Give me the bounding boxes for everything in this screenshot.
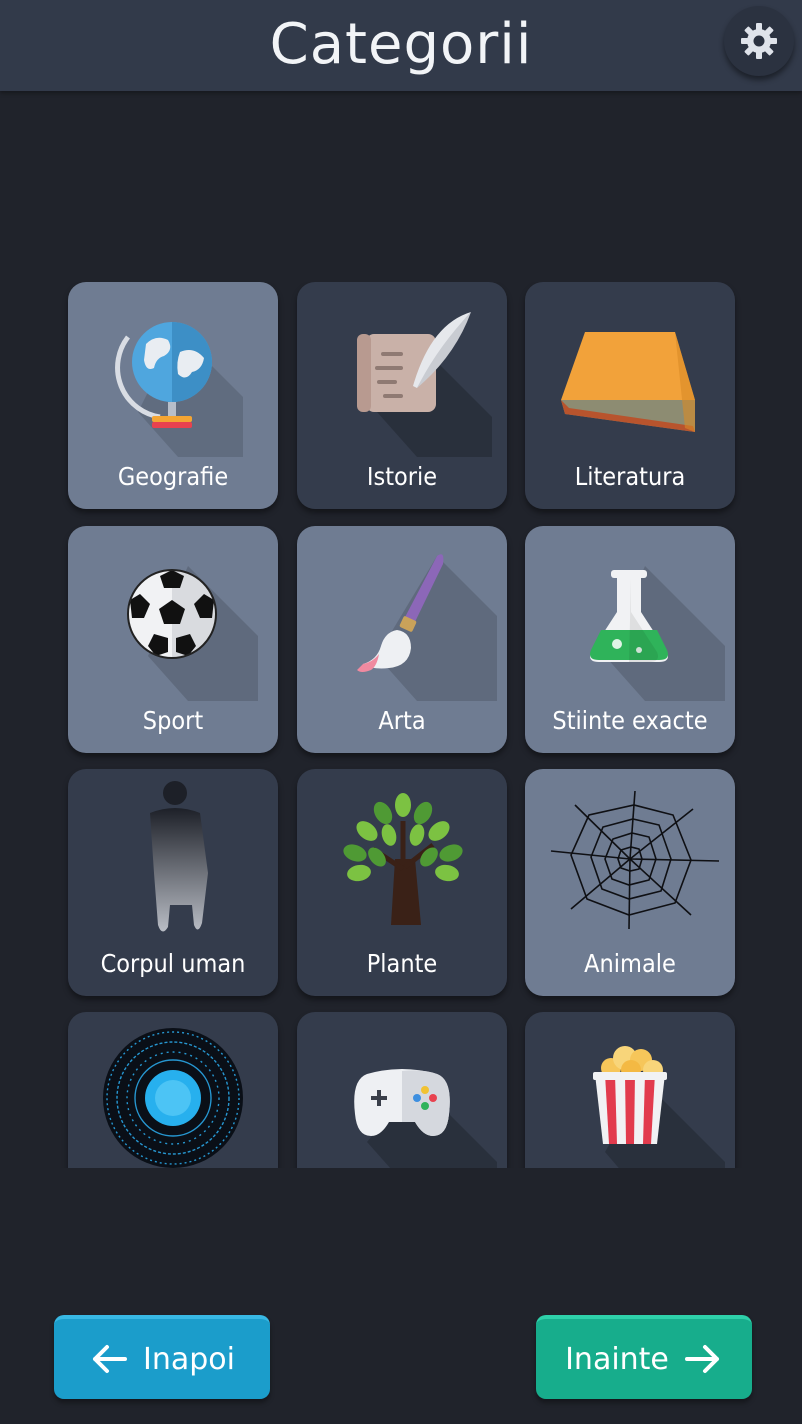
flask-icon <box>590 566 725 701</box>
spider-web-icon <box>550 790 720 930</box>
category-label: Sport <box>142 706 204 735</box>
top-bar: Categorii <box>0 0 802 91</box>
cosmic-eye-icon <box>103 1028 243 1168</box>
next-button-label: Inainte <box>565 1341 669 1377</box>
category-label: Arta <box>378 706 426 735</box>
human-silhouette-icon <box>150 781 208 932</box>
back-button[interactable]: Inapoi <box>54 1315 270 1399</box>
category-label: Istorie <box>366 462 438 491</box>
tree-icon <box>343 793 463 925</box>
globe-icon <box>115 322 243 457</box>
category-label: Geografie <box>117 462 229 491</box>
category-label: Animale <box>584 949 676 978</box>
category-label: Stiinte exacte <box>552 706 708 735</box>
soccer-ball-icon <box>127 566 258 701</box>
category-tile-sport[interactable]: Sport <box>68 526 278 753</box>
next-button[interactable]: Inainte <box>536 1315 752 1399</box>
category-tile-partial[interactable] <box>68 1012 278 1168</box>
category-tile-partial[interactable] <box>525 1012 735 1168</box>
category-label: Corpul uman <box>100 949 246 978</box>
arrow-left-icon <box>93 1345 127 1373</box>
category-tile-literatura[interactable]: Literatura <box>525 282 735 509</box>
category-tile-arta[interactable]: Arta <box>297 526 507 753</box>
category-tile-partial[interactable] <box>297 1012 507 1168</box>
gear-icon <box>741 23 777 59</box>
category-tile-stiinte-exacte[interactable]: Stiinte exacte <box>525 526 735 753</box>
category-tile-istorie[interactable]: Istorie <box>297 282 507 509</box>
category-grid[interactable]: Geografie Istorie Literatura Sport Arta … <box>0 282 802 1168</box>
page-title: Categorii <box>269 12 533 77</box>
category-tile-corpul-uman[interactable]: Corpul uman <box>68 769 278 996</box>
popcorn-icon <box>593 1046 725 1168</box>
scroll-quill-icon <box>357 312 492 457</box>
back-button-label: Inapoi <box>143 1341 235 1377</box>
gamepad-icon <box>354 1069 497 1168</box>
paintbrush-icon <box>357 554 497 701</box>
category-label: Plante <box>366 949 438 978</box>
category-tile-geografie[interactable]: Geografie <box>68 282 278 509</box>
book-icon <box>561 332 695 432</box>
category-tile-animale[interactable]: Animale <box>525 769 735 996</box>
category-label: Literatura <box>574 462 686 491</box>
arrow-right-icon <box>684 1345 719 1373</box>
category-tile-plante[interactable]: Plante <box>297 769 507 996</box>
settings-button[interactable] <box>724 6 794 76</box>
